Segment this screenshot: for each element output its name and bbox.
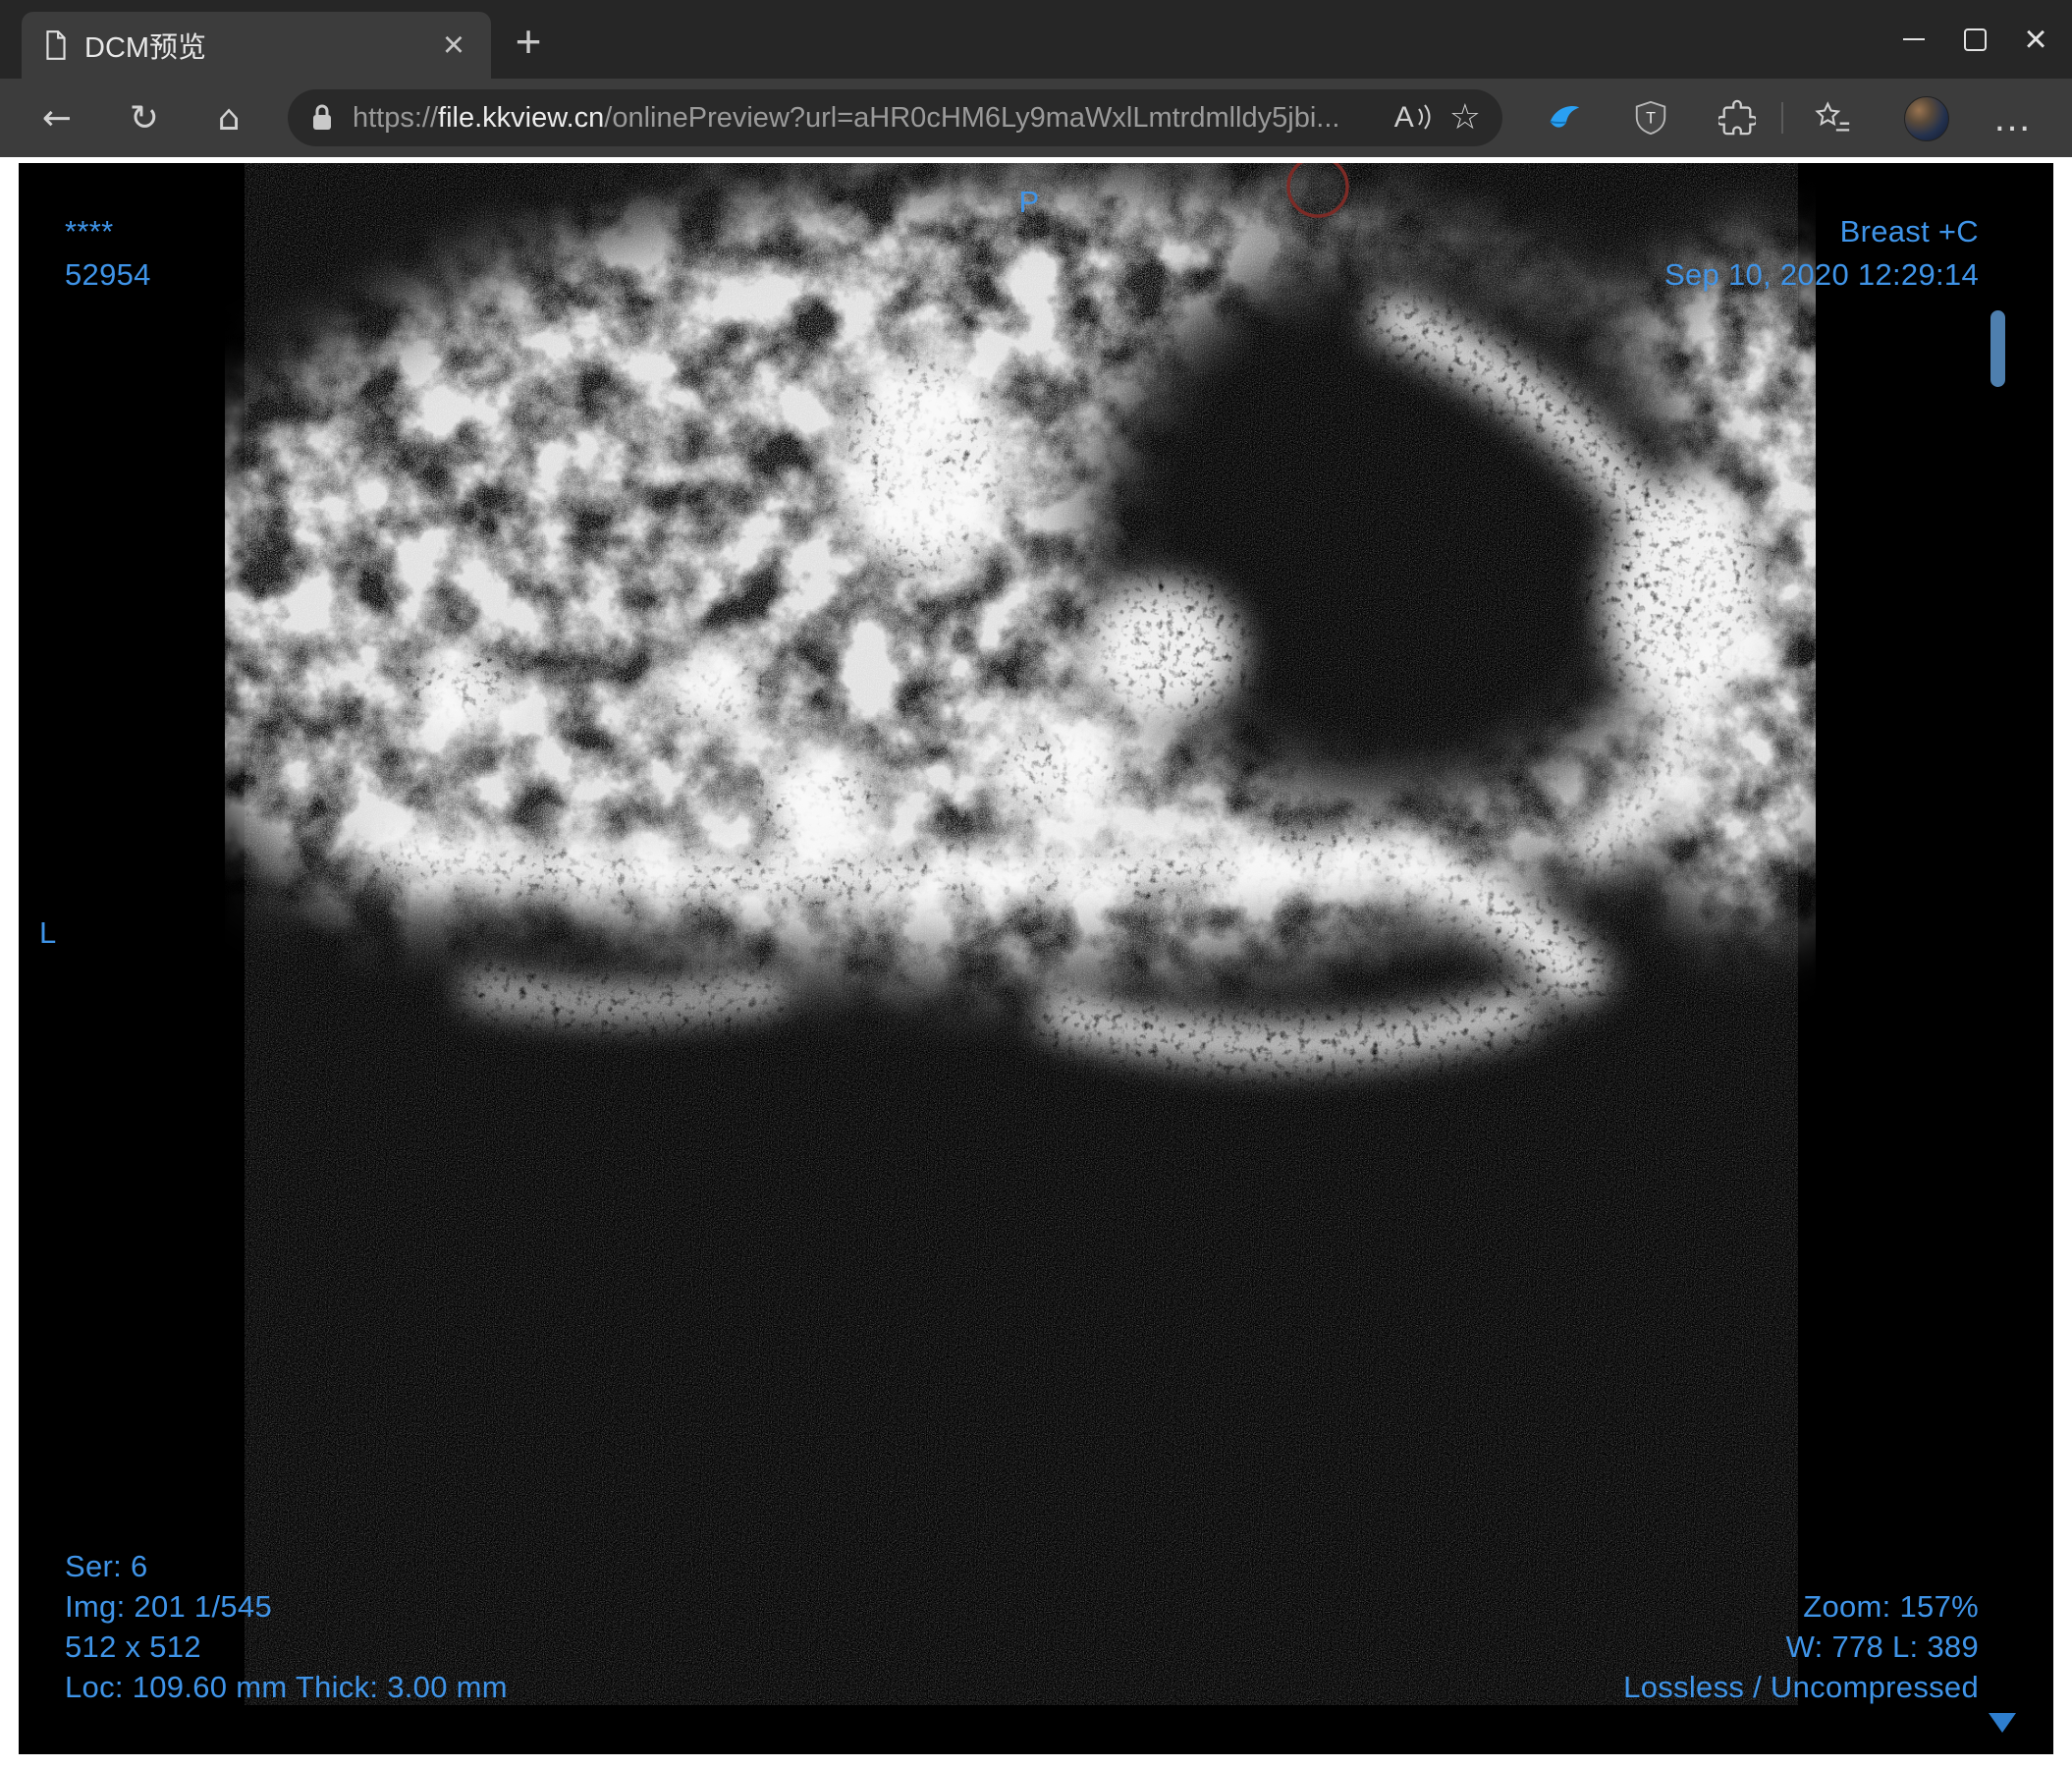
series-scrollbar-thumb[interactable] (1990, 310, 2005, 387)
extensions-icon[interactable] (1718, 98, 1757, 138)
tab-dcm-preview[interactable]: DCM预览 × (22, 12, 491, 79)
mri-image (19, 163, 2053, 1754)
address-bar[interactable]: https://file.kkview.cn/onlinePreview?url… (288, 89, 1502, 146)
dicom-viewer[interactable]: **** 52954 P Breast +C Sep 10, 2020 12:2… (19, 163, 2053, 1754)
scroll-down-arrow-icon[interactable] (1989, 1713, 2016, 1733)
settings-menu-icon[interactable]: … (1990, 92, 2037, 143)
refresh-button[interactable]: ↻ (115, 79, 174, 157)
lock-icon[interactable] (309, 103, 335, 133)
window-controls: × (1883, 0, 2066, 79)
study-description: Breast +C (1839, 214, 1979, 249)
compression-info: Lossless / Uncompressed (1623, 1670, 1979, 1704)
tab-strip: DCM预览 × + × (0, 0, 2072, 79)
url-domain: file.kkview.cn (438, 101, 605, 134)
window-close-button[interactable]: × (2005, 0, 2066, 79)
back-button[interactable]: ← (27, 79, 86, 157)
tab-close-icon[interactable]: × (432, 24, 475, 67)
maximize-icon (1963, 28, 1987, 51)
window-level: W: 778 L: 389 (1785, 1630, 1979, 1664)
new-tab-button[interactable]: + (503, 16, 554, 67)
document-icon (43, 29, 69, 61)
favorites-icon[interactable] (1814, 98, 1853, 138)
image-index: Img: 201 1/545 (65, 1589, 273, 1624)
url-text: https://file.kkview.cn/onlinePreview?url… (353, 102, 1377, 135)
minimize-icon (1903, 38, 1925, 40)
blue-extension-icon[interactable] (1545, 98, 1584, 138)
enhancing-lesions (225, 163, 1816, 1145)
profile-avatar[interactable] (1904, 96, 1949, 141)
image-matrix: 512 x 512 (65, 1630, 201, 1664)
toolbar-divider (1781, 102, 1783, 134)
study-datetime: Sep 10, 2020 12:29:14 (1663, 257, 1979, 292)
slice-location: Loc: 109.60 mm Thick: 3.00 mm (65, 1670, 508, 1704)
url-scheme: https:// (353, 101, 439, 134)
shield-letter: T (1646, 110, 1656, 128)
shield-extension-icon[interactable]: T (1631, 98, 1670, 138)
patient-id-masked: **** (65, 214, 114, 249)
accession-number: 52954 (65, 257, 151, 292)
orientation-marker-left: L (39, 915, 57, 950)
add-favorite-icon[interactable]: ☆ (1449, 100, 1481, 136)
window-minimize-button[interactable] (1883, 0, 1944, 79)
home-button[interactable]: ⌂ (199, 79, 258, 157)
url-path: /onlinePreview?url=aHR0cHM6Ly9maWxlLmtrd… (604, 101, 1340, 134)
orientation-marker-top: P (1018, 185, 1040, 219)
zoom-level: Zoom: 157% (1803, 1589, 1979, 1624)
read-aloud-icon[interactable]: A (1394, 101, 1432, 135)
tab-title: DCM预览 (84, 32, 207, 64)
series-number: Ser: 6 (65, 1549, 148, 1583)
window-maximize-button[interactable] (1944, 0, 2005, 79)
page-content: **** 52954 P Breast +C Sep 10, 2020 12:2… (0, 157, 2072, 1768)
navigation-bar: ← ↻ ⌂ https://file.kkview.cn/onlinePrevi… (0, 79, 2072, 157)
